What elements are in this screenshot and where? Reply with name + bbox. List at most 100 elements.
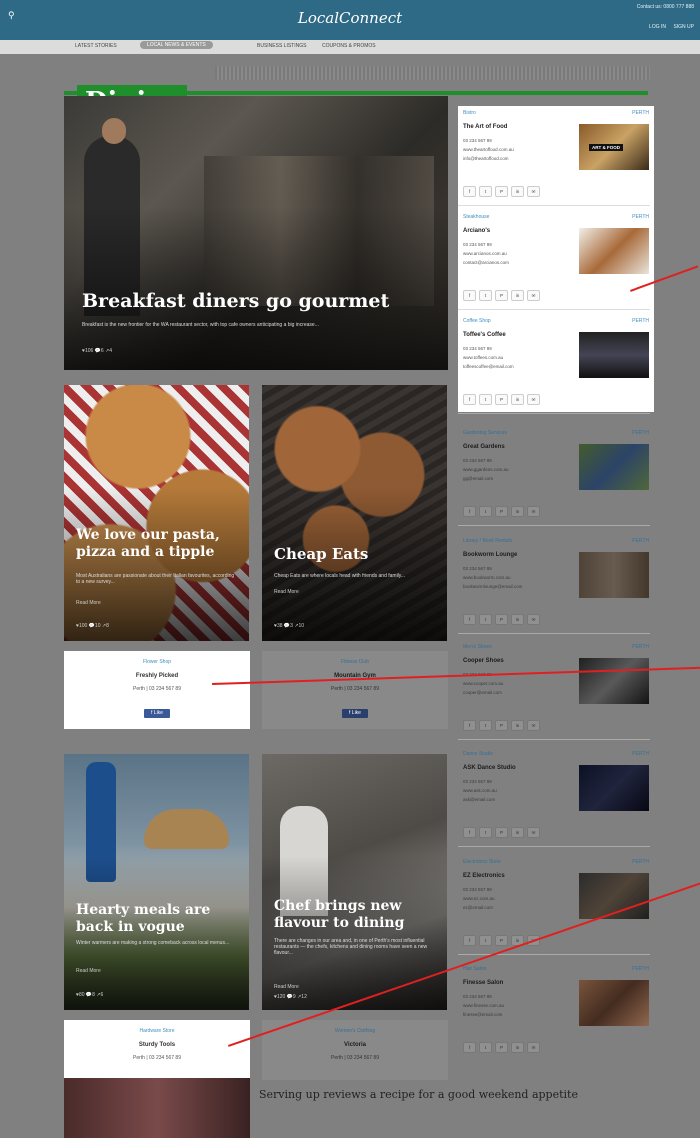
linkedin-icon[interactable]: in — [511, 827, 524, 838]
bottom-story-title[interactable]: Serving up reviews a recipe for a good w… — [259, 1088, 578, 1101]
nav-latest-stories[interactable]: LATEST STORIES — [75, 43, 117, 49]
story-card[interactable]: Hearty meals are back in vogue Winter wa… — [64, 754, 249, 1010]
email-icon[interactable]: ✉ — [527, 394, 540, 405]
listing-thumbnail[interactable] — [579, 765, 649, 811]
listing-email[interactable]: toffeescoffee@email.com — [463, 364, 514, 369]
login-link[interactable]: LOG IN — [649, 24, 666, 30]
listing-category[interactable]: Hardware Store — [64, 1028, 250, 1034]
sidebar-listing[interactable]: Coffee Shop PERTH Toffee's Coffee 03 234 56… — [463, 318, 649, 406]
facebook-icon[interactable]: f — [463, 935, 476, 946]
nav-coupons[interactable]: COUPONS & PROMOS — [322, 43, 376, 49]
listing-email[interactable]: bookwormlounge@email.com — [463, 584, 522, 589]
read-more-link[interactable]: Read More — [274, 589, 299, 595]
listing-category[interactable]: Electronics Store — [463, 859, 501, 865]
twitter-icon[interactable]: t — [479, 186, 492, 197]
listing-name[interactable]: Great Gardens — [463, 444, 505, 450]
linkedin-icon[interactable]: in — [511, 1042, 524, 1053]
facebook-icon[interactable]: f — [463, 614, 476, 625]
listing-category[interactable]: Hair Salon — [463, 966, 486, 972]
facebook-like-button[interactable]: f Like — [342, 709, 368, 718]
linkedin-icon[interactable]: in — [511, 506, 524, 517]
twitter-icon[interactable]: t — [479, 506, 492, 517]
pinterest-icon[interactable]: P — [495, 1042, 508, 1053]
twitter-icon[interactable]: t — [479, 394, 492, 405]
story-card[interactable]: Cheap Eats Cheap Eats are where locals h… — [262, 385, 447, 641]
listing-card[interactable]: Hardware Store Sturdy Tools Perth | 03 2… — [64, 1020, 250, 1080]
pinterest-icon[interactable]: P — [495, 394, 508, 405]
listing-category[interactable]: Fitness Club — [262, 659, 448, 665]
facebook-icon[interactable]: f — [463, 186, 476, 197]
listing-name[interactable]: Bookworm Lounge — [463, 552, 517, 558]
story-title[interactable]: Chef brings new flavour to dining — [274, 898, 444, 932]
listing-name[interactable]: EZ Electronics — [463, 873, 505, 879]
sidebar-listing[interactable]: Steakhouse PERTH Arciano's 03 234 567 89 www… — [463, 214, 649, 302]
facebook-icon[interactable]: f — [463, 1042, 476, 1053]
listing-card[interactable]: Women's Clothing Victoria Perth | 03 234… — [262, 1020, 448, 1080]
listing-category[interactable]: Coffee Shop — [463, 318, 491, 324]
sidebar-listing[interactable]: Dance Studio PERTH ASK Dance Studio 03 234 … — [463, 751, 649, 839]
listing-email[interactable]: gg@email.com — [463, 476, 493, 481]
listing-name[interactable]: Finesse Salon — [463, 980, 503, 986]
email-icon[interactable]: ✉ — [527, 506, 540, 517]
listing-name[interactable]: Cooper Shoes — [463, 658, 504, 664]
sidebar-listing[interactable]: Men's ShoesPERTHCooper Shoes03 234 567 8… — [463, 644, 649, 732]
story-title[interactable]: Cheap Eats — [274, 545, 368, 563]
listing-category[interactable]: Men's Shoes — [463, 644, 492, 650]
listing-name[interactable]: Freshly Picked — [64, 673, 250, 679]
story-title[interactable]: Hearty meals are back in vogue — [76, 902, 246, 936]
pinterest-icon[interactable]: P — [495, 290, 508, 301]
read-more-link[interactable]: Read More — [76, 600, 101, 606]
read-more-link[interactable]: Read More — [274, 984, 299, 990]
pinterest-icon[interactable]: P — [495, 720, 508, 731]
listing-card[interactable]: Flower Shop Freshly Picked Perth | 03 23… — [64, 651, 250, 729]
twitter-icon[interactable]: t — [479, 935, 492, 946]
facebook-icon[interactable]: f — [463, 827, 476, 838]
nav-local-news[interactable]: LOCAL NEWS & EVENTS — [140, 41, 213, 49]
bottom-story-image[interactable] — [64, 1078, 250, 1138]
twitter-icon[interactable]: t — [479, 720, 492, 731]
listing-website[interactable]: www.ez.com.au — [463, 896, 495, 901]
story-card[interactable]: We love our pasta, pizza and a tipple Mo… — [64, 385, 249, 641]
listing-website[interactable]: www.ggardens.com.au — [463, 467, 509, 472]
listing-name[interactable]: Sturdy Tools — [64, 1042, 250, 1048]
listing-email[interactable]: contact@arcianos.com — [463, 260, 509, 265]
listing-card[interactable]: Fitness Club Mountain Gym Perth | 03 234… — [262, 651, 448, 729]
pinterest-icon[interactable]: P — [495, 935, 508, 946]
listing-name[interactable]: Toffee's Coffee — [463, 332, 506, 338]
listing-email[interactable]: ask@email.com — [463, 797, 495, 802]
listing-thumbnail[interactable] — [579, 332, 649, 378]
nav-business-listings[interactable]: BUSINESS LISTINGS — [257, 43, 306, 49]
twitter-icon[interactable]: t — [479, 827, 492, 838]
listing-category[interactable]: Gardening Services — [463, 430, 507, 436]
listing-name[interactable]: Victoria — [262, 1042, 448, 1048]
listing-category[interactable]: Dance Studio — [463, 751, 493, 757]
listing-category[interactable]: Flower Shop — [64, 659, 250, 665]
listing-website[interactable]: www.arcianos.com.au — [463, 251, 507, 256]
twitter-icon[interactable]: t — [479, 290, 492, 301]
listing-website[interactable]: www.toffees.com.au — [463, 355, 503, 360]
read-more-link[interactable]: Read More — [76, 968, 101, 974]
listing-website[interactable]: www.finesse.com.au — [463, 1003, 504, 1008]
hero-story[interactable]: Breakfast diners go gourmet Breakfast is… — [64, 96, 448, 370]
listing-email[interactable]: finesse@email.com — [463, 1012, 502, 1017]
twitter-icon[interactable]: t — [479, 614, 492, 625]
site-logo[interactable]: LocalConnect — [0, 9, 700, 27]
email-icon[interactable]: ✉ — [527, 290, 540, 301]
listing-email[interactable]: info@theartoffood.com — [463, 156, 509, 161]
listing-website[interactable]: www.bookworm.com.au — [463, 575, 511, 580]
listing-thumbnail[interactable]: ART & FOOD — [579, 124, 649, 170]
listing-website[interactable]: www.cooper.com.au — [463, 681, 503, 686]
pinterest-icon[interactable]: P — [495, 186, 508, 197]
facebook-icon[interactable]: f — [463, 506, 476, 517]
facebook-icon[interactable]: f — [463, 720, 476, 731]
listing-email[interactable]: cooper@email.com — [463, 690, 502, 695]
facebook-icon[interactable]: f — [463, 394, 476, 405]
email-icon[interactable]: ✉ — [527, 720, 540, 731]
listing-category[interactable]: Library / Book Rentals — [463, 538, 512, 544]
linkedin-icon[interactable]: in — [511, 290, 524, 301]
listing-name[interactable]: Arciano's — [463, 228, 490, 234]
listing-website[interactable]: www.theartoffood.com.au — [463, 147, 514, 152]
listing-thumbnail[interactable] — [579, 228, 649, 274]
email-icon[interactable]: ✉ — [527, 827, 540, 838]
listing-thumbnail[interactable] — [579, 552, 649, 598]
